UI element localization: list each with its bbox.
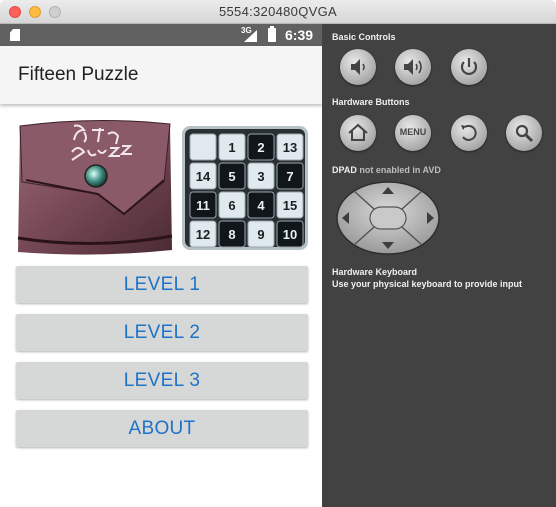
level-2-button[interactable]: LEVEL 2 xyxy=(16,314,308,351)
puzzle-tile-number: 14 xyxy=(196,169,211,184)
level-3-button[interactable]: LEVEL 3 xyxy=(16,362,308,399)
home-icon xyxy=(348,123,368,141)
level-1-button[interactable]: LEVEL 1 xyxy=(16,266,308,303)
app-title: Fifteen Puzzle xyxy=(18,64,139,85)
basic-controls-label: Basic Controls xyxy=(332,32,396,42)
keyboard-note: Use your physical keyboard to provide in… xyxy=(332,279,523,289)
puzzle-tile-number: 12 xyxy=(196,227,210,242)
dpad-title: DPAD xyxy=(332,165,357,175)
puzzle-tile-number: 6 xyxy=(228,198,235,213)
menu-button[interactable]: MENU xyxy=(395,115,431,151)
puzzle-tile-number: 8 xyxy=(228,227,235,242)
puzzle-tile-number: 10 xyxy=(283,227,297,242)
app-bar: Fifteen Puzzle xyxy=(0,46,322,104)
hero-image: 1 2 13 14 5 3 7 11 6 4 15 12 8 9 10 xyxy=(14,118,310,258)
home-button[interactable] xyxy=(340,115,376,151)
back-button[interactable] xyxy=(451,115,487,151)
power-button[interactable] xyxy=(451,49,487,85)
puzzle-tile-number: 11 xyxy=(196,198,210,213)
puzzle-tile-number: 4 xyxy=(257,198,265,213)
search-button[interactable] xyxy=(506,115,542,151)
puzzle-pouch-image xyxy=(17,119,173,255)
puzzle-tile xyxy=(189,133,217,161)
keyboard-info: Hardware Keyboard Use your physical keyb… xyxy=(332,266,522,290)
puzzle-tile-number: 5 xyxy=(228,169,235,184)
sd-card-icon xyxy=(10,29,20,41)
emulator-controls-panel: Basic Controls Hardware Buttons MENU DPA… xyxy=(322,24,556,507)
hardware-buttons-label: Hardware Buttons xyxy=(332,97,410,107)
volume-down-button[interactable] xyxy=(340,49,376,85)
dpad-label: DPAD not enabled in AVD xyxy=(332,165,441,175)
volume-up-icon xyxy=(404,59,422,75)
about-button[interactable]: ABOUT xyxy=(16,410,308,447)
window-titlebar: 5554:320480QVGA xyxy=(0,0,556,24)
puzzle-board-image: 1 2 1314 5 3 711 6 4 1512 8 9 10 xyxy=(182,126,308,250)
puzzle-tile-number: 13 xyxy=(283,140,297,155)
search-icon xyxy=(515,124,534,143)
menu-button-label: MENU xyxy=(399,127,427,137)
phone-screen: 3G 6:39 Fifteen Puzzle 1 2 13 14 5 3 7 1… xyxy=(0,24,322,507)
puzzle-tile-number: 1 xyxy=(228,140,235,155)
puzzle-tile-number: 9 xyxy=(257,227,264,242)
back-icon xyxy=(461,124,477,141)
keyboard-label: Hardware Keyboard xyxy=(332,267,418,277)
volume-down-icon xyxy=(351,59,365,75)
window-title: 5554:320480QVGA xyxy=(219,4,337,19)
network-type: 3G xyxy=(241,26,252,35)
power-icon xyxy=(460,58,478,75)
puzzle-tile-number: 2 xyxy=(257,140,264,155)
dpad[interactable] xyxy=(336,181,440,255)
status-bar: 3G 6:39 xyxy=(0,24,322,46)
puzzle-tile-number: 15 xyxy=(283,198,297,213)
battery-icon xyxy=(268,26,276,42)
volume-up-button[interactable] xyxy=(395,49,431,85)
status-clock: 6:39 xyxy=(285,27,314,43)
puzzle-tile-number: 7 xyxy=(286,169,293,184)
dpad-note: not enabled in AVD xyxy=(359,165,441,175)
puzzle-tile-number: 3 xyxy=(257,169,264,184)
